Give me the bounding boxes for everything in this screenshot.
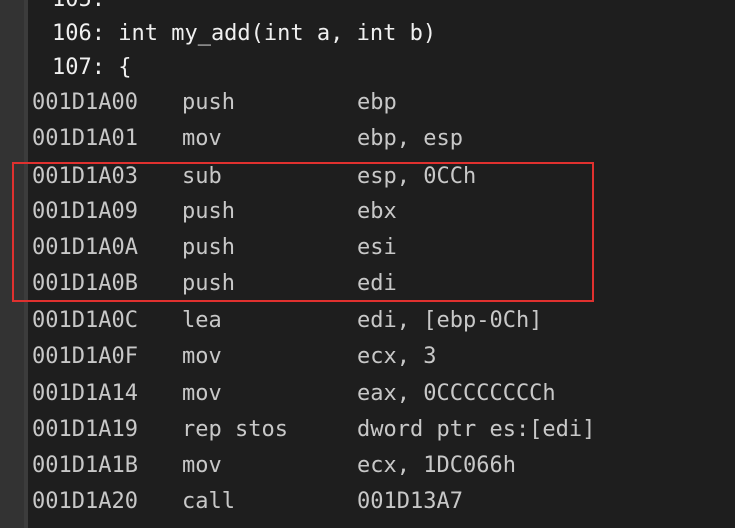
disassembly-row[interactable]: 001D1A0B push edi <box>32 266 722 302</box>
instruction-mnemonic: push <box>182 199 235 224</box>
instruction-address: 001D1A0B <box>32 271 138 296</box>
instruction-address: 001D1A00 <box>32 90 138 115</box>
instruction-mnemonic: sub <box>182 164 222 189</box>
disassembly-row[interactable]: 001D1A0A push esi <box>32 230 722 266</box>
instruction-operands: 001D13A7 <box>357 489 463 514</box>
disassembly-row[interactable]: 001D1A01 mov ebp, esp <box>32 121 722 157</box>
instruction-address: 001D1A1B <box>32 453 138 478</box>
disassembly-row[interactable]: 001D1A00 push ebp <box>32 85 722 121</box>
instruction-operands: edi, [ebp-0Ch] <box>357 308 543 333</box>
instruction-mnemonic: mov <box>182 344 222 369</box>
disassembly-row[interactable]: 001D1A0C lea edi, [ebp-0Ch] <box>32 303 722 339</box>
disassembly-row[interactable]: 001D1A20 call 001D13A7 <box>32 484 722 520</box>
instruction-mnemonic: push <box>182 271 235 296</box>
disassembly-row[interactable]: 001D1A1B mov ecx, 1DC066h <box>32 448 722 484</box>
instruction-operands: edi <box>357 271 397 296</box>
instruction-mnemonic: mov <box>182 126 222 151</box>
instruction-operands: ecx, 1DC066h <box>357 453 516 478</box>
disassembly-row[interactable]: 001D1A0F mov ecx, 3 <box>32 339 722 375</box>
instruction-operands: dword ptr es:[edi] <box>357 417 596 442</box>
instruction-operands: esp, 0CCh <box>357 164 477 189</box>
instruction-operands: eax, 0CCCCCCCCh <box>357 381 556 406</box>
disassembly-window: 105: 106: int my_add(int a, int b) 107: … <box>0 0 735 528</box>
instruction-mnemonic: mov <box>182 453 222 478</box>
instruction-mnemonic: lea <box>182 308 222 333</box>
instruction-address: 001D1A0C <box>32 308 138 333</box>
instruction-mnemonic: mov <box>182 381 222 406</box>
instruction-address: 001D1A0A <box>32 235 138 260</box>
instruction-operands: ebx <box>357 199 397 224</box>
source-line-function-signature[interactable]: 106: int my_add(int a, int b) <box>52 16 436 52</box>
source-line-open-brace[interactable]: 107: { <box>52 50 131 86</box>
instruction-operands: esi <box>357 235 397 260</box>
instruction-mnemonic: push <box>182 90 235 115</box>
instruction-mnemonic: rep stos <box>182 417 288 442</box>
disassembly-row[interactable]: 001D1A14 mov eax, 0CCCCCCCCh <box>32 376 722 412</box>
instruction-address: 001D1A09 <box>32 199 138 224</box>
instruction-operands: ebp <box>357 90 397 115</box>
margin-divider <box>24 0 28 528</box>
instruction-address: 001D1A03 <box>32 164 138 189</box>
instruction-address: 001D1A01 <box>32 126 138 151</box>
instruction-operands: ebp, esp <box>357 126 463 151</box>
instruction-mnemonic: call <box>182 489 235 514</box>
editor-margin <box>0 0 24 528</box>
instruction-address: 001D1A19 <box>32 417 138 442</box>
disassembly-row[interactable]: 001D1A03 sub esp, 0CCh <box>32 159 722 195</box>
instruction-address: 001D1A20 <box>32 489 138 514</box>
instruction-operands: ecx, 3 <box>357 344 437 369</box>
instruction-address: 001D1A14 <box>32 381 138 406</box>
instruction-mnemonic: push <box>182 235 235 260</box>
disassembly-row[interactable]: 001D1A19 rep stos dword ptr es:[edi] <box>32 412 722 448</box>
instruction-address: 001D1A0F <box>32 344 138 369</box>
disassembly-row[interactable]: 001D1A09 push ebx <box>32 194 722 230</box>
